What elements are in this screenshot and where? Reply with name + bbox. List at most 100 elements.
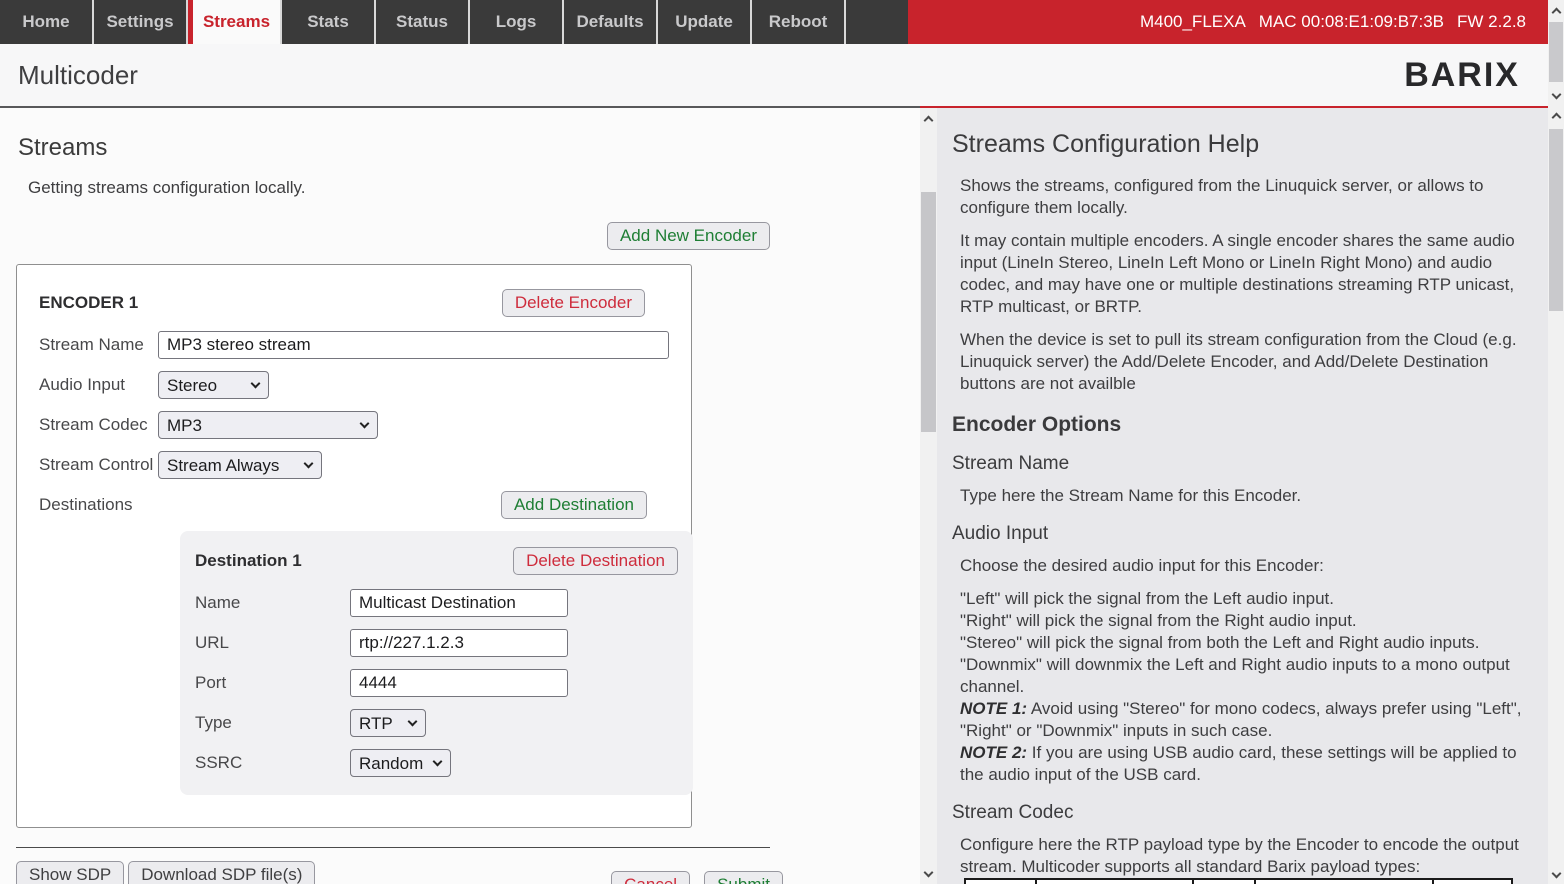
stream-control-select[interactable]: Stream Always — [158, 451, 322, 479]
tab-settings[interactable]: Settings — [94, 0, 188, 44]
tab-label: Reboot — [769, 12, 828, 32]
device-mac: MAC 00:08:E1:09:B7:3B — [1259, 12, 1444, 32]
help-paragraph: When the device is set to pull its strea… — [960, 329, 1534, 395]
destination-type-select-wrap: RTP — [350, 709, 426, 737]
stream-codec-label: Stream Codec — [39, 415, 158, 435]
help-intro: Shows the streams, configured from the L… — [950, 175, 1534, 395]
tab-update[interactable]: Update — [658, 0, 752, 44]
top-nav-bar: Home Settings Streams Stats Status Logs Defaul… — [0, 0, 1548, 44]
main-content: Streams Getting streams configuration lo… — [0, 106, 920, 884]
show-sdp-button[interactable]: Show SDP — [16, 861, 124, 884]
stream-codec-select[interactable]: MP3 — [158, 411, 378, 439]
main-frame-scrollbar[interactable] — [1548, 105, 1564, 884]
scroll-down-button[interactable] — [920, 865, 937, 882]
help-content: Streams Configuration Help Shows the str… — [937, 108, 1548, 884]
help-paragraph: Type here the Stream Name for this Encod… — [960, 485, 1534, 507]
help-sections: Stream Name Type here the Stream Name for… — [950, 453, 1534, 878]
chevron-up-icon — [1551, 112, 1561, 122]
help-paragraph: Shows the streams, configured from the L… — [960, 175, 1534, 219]
encoder-panel: ENCODER 1 Delete Encoder Stream Name Aud… — [16, 264, 692, 828]
audio-input-select-wrap: Stereo — [158, 371, 269, 399]
payload-table-cell — [1432, 878, 1513, 884]
stream-name-input[interactable] — [158, 331, 669, 359]
tab-status[interactable]: Status — [376, 0, 470, 44]
help-paragraph: "Left" will pick the signal from the Lef… — [960, 588, 1534, 786]
tab-stats[interactable]: Stats — [282, 0, 376, 44]
tab-label: Streams — [203, 12, 270, 32]
barix-logo: BARIX — [1404, 56, 1520, 95]
destination-ssrc-label: SSRC — [195, 753, 350, 773]
payload-table-edge — [964, 878, 1513, 884]
section-heading: Streams — [18, 134, 920, 162]
destination-title: Destination 1 — [195, 551, 302, 571]
chevron-down-icon — [1551, 868, 1561, 878]
destination-url-input[interactable] — [350, 629, 568, 657]
scrollbar-thumb[interactable] — [1549, 129, 1563, 311]
add-destination-button[interactable]: Add Destination — [501, 491, 647, 519]
nav-tabs: Home Settings Streams Stats Status Logs Defaul… — [0, 0, 846, 44]
scrollbar-thumb[interactable] — [1549, 22, 1563, 82]
tab-logs[interactable]: Logs — [470, 0, 564, 44]
payload-table-cell — [1035, 878, 1192, 884]
footer-divider — [16, 847, 770, 848]
tab-streams[interactable]: Streams — [188, 0, 282, 44]
scroll-up-button[interactable] — [920, 110, 937, 127]
scroll-down-button[interactable] — [1548, 87, 1564, 104]
payload-table-cell — [964, 878, 1035, 884]
delete-encoder-button[interactable]: Delete Encoder — [502, 289, 645, 317]
destination-url-label: URL — [195, 633, 350, 653]
stream-name-label: Stream Name — [39, 335, 158, 355]
tab-defaults[interactable]: Defaults — [564, 0, 658, 44]
tab-label: Logs — [496, 12, 537, 32]
add-new-encoder-button[interactable]: Add New Encoder — [607, 222, 770, 250]
app-root: Home Settings Streams Stats Status Logs Defaul… — [0, 0, 1564, 884]
download-sdp-button[interactable]: Download SDP file(s) — [128, 861, 315, 884]
scroll-up-button[interactable] — [1548, 107, 1564, 124]
destination-port-input[interactable] — [350, 669, 568, 697]
delete-destination-button[interactable]: Delete Destination — [513, 547, 678, 575]
encoder-options-heading: Encoder Options — [952, 413, 1534, 437]
device-info-banner: M400_FLEXA MAC 00:08:E1:09:B7:3B FW 2.2.… — [908, 0, 1548, 44]
tab-reboot[interactable]: Reboot — [752, 0, 846, 44]
chevron-down-icon — [1551, 89, 1561, 99]
destination-ssrc-select[interactable]: Random — [350, 749, 451, 777]
audio-input-label: Audio Input — [39, 375, 158, 395]
chevron-down-icon — [924, 867, 934, 877]
destination-name-label: Name — [195, 593, 350, 613]
top-frame-scrollbar[interactable] — [1548, 0, 1564, 105]
audio-input-select[interactable]: Stereo — [158, 371, 269, 399]
tab-label: Settings — [106, 12, 173, 32]
encoder-title: ENCODER 1 — [39, 293, 138, 313]
help-section-heading: Stream Codec — [952, 802, 1534, 824]
destination-type-label: Type — [195, 713, 350, 733]
destination-type-select[interactable]: RTP — [350, 709, 426, 737]
chevron-up-icon — [1551, 7, 1561, 17]
submit-button[interactable]: Submit — [704, 871, 783, 884]
help-title: Streams Configuration Help — [952, 130, 1534, 159]
help-paragraph: Choose the desired audio input for this … — [960, 555, 1534, 577]
destination-name-input[interactable] — [350, 589, 568, 617]
tab-label: Defaults — [576, 12, 643, 32]
tab-label: Status — [396, 12, 448, 32]
page-title: Multicoder — [18, 60, 138, 91]
stream-control-label: Stream Control — [39, 455, 158, 475]
help-scrollbar[interactable] — [920, 108, 937, 884]
scroll-up-button[interactable] — [1548, 2, 1564, 19]
help-paragraph: It may contain multiple encoders. A sing… — [960, 230, 1534, 318]
tab-label: Home — [22, 12, 69, 32]
help-section-heading: Stream Name — [952, 453, 1534, 475]
tab-label: Update — [675, 12, 733, 32]
scrollbar-thumb[interactable] — [921, 192, 936, 432]
destinations-label: Destinations — [39, 495, 158, 515]
stream-codec-select-wrap: MP3 — [158, 411, 378, 439]
device-name: M400_FLEXA — [1140, 12, 1246, 32]
destination-panel: Destination 1 Delete Destination Name UR… — [180, 531, 693, 795]
help-section-heading: Audio Input — [952, 523, 1534, 545]
cancel-button[interactable]: Cancel — [611, 871, 690, 884]
tab-home[interactable]: Home — [0, 0, 94, 44]
help-paragraph: Configure here the RTP payload type by t… — [960, 834, 1534, 878]
page-header: Multicoder BARIX — [0, 44, 1548, 106]
scroll-down-button[interactable] — [1548, 866, 1564, 883]
status-text: Getting streams configuration locally. — [28, 178, 920, 198]
payload-table-cell — [1254, 878, 1432, 884]
